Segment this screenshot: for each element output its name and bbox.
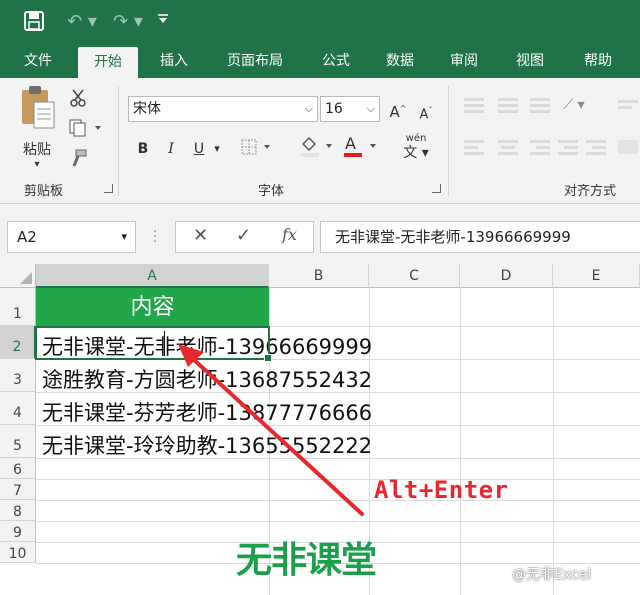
formula-buttons: ✕ ✓ fx <box>175 221 314 253</box>
font-name-select[interactable]: 宋体 ⌵ <box>128 96 318 122</box>
row-header-5[interactable]: 5 <box>0 425 36 458</box>
row-header-2[interactable]: 2 <box>0 326 36 359</box>
paste-icon <box>22 86 55 129</box>
paste-label: 粘贴 <box>23 142 51 158</box>
orientation-icon[interactable]: ⟋ ▾ <box>556 94 592 116</box>
phonetic-button[interactable]: wén 文 ▾ <box>396 132 436 160</box>
brand-logo: 无非课堂 <box>236 540 377 581</box>
row-header-8[interactable]: 8 <box>0 500 36 521</box>
tab-data[interactable]: 数据 <box>372 44 428 78</box>
paste-dropdown-icon[interactable]: ▾ <box>14 159 60 171</box>
cell-a1[interactable]: 内容 <box>36 288 269 326</box>
font-size-value: 16 <box>325 101 343 117</box>
column-header-a[interactable]: A <box>36 264 269 288</box>
svg-text:A: A <box>345 134 356 153</box>
customize-icon[interactable] <box>152 10 174 34</box>
name-box[interactable]: A2 ▾ <box>7 221 136 253</box>
active-cell-border <box>35 326 272 362</box>
font-size-select[interactable]: 16 ⌵ <box>320 96 380 122</box>
chevron-down-icon: ⌵ <box>304 102 313 115</box>
column-header-c[interactable]: C <box>369 264 460 288</box>
copy-icon[interactable] <box>66 118 106 145</box>
row-header-7[interactable]: 7 <box>0 479 36 500</box>
resize-handle-icon[interactable]: · · · <box>153 226 157 249</box>
watermark: @无非Excel <box>512 567 592 583</box>
gridline <box>36 479 640 480</box>
separator <box>448 86 449 196</box>
row-header-6[interactable]: 6 <box>0 458 36 479</box>
font-name-value: 宋体 <box>133 101 161 117</box>
undo-icon[interactable]: ↶ ▾ <box>62 10 102 34</box>
tab-page-layout[interactable]: 页面布局 <box>212 44 298 78</box>
gridline <box>36 500 640 501</box>
row-header-9[interactable]: 9 <box>0 521 36 542</box>
insert-function-icon[interactable]: fx <box>282 225 297 244</box>
column-header-d[interactable]: D <box>460 264 553 288</box>
font-group-label: 字体 <box>258 184 285 199</box>
row-header-10[interactable]: 10 <box>0 542 36 563</box>
font-color-icon: A <box>344 134 376 157</box>
increase-font-icon[interactable]: A^ <box>388 98 408 123</box>
clipboard-group-label: 剪贴板 <box>24 184 64 199</box>
font-launcher-icon[interactable] <box>432 184 441 193</box>
alignment-group-label: 对齐方式 <box>564 184 617 199</box>
decrease-font-icon[interactable]: Aˇ <box>416 100 436 126</box>
borders-button[interactable] <box>240 138 276 163</box>
title-bar: ↶ ▾ ↷ ▾ <box>0 0 640 44</box>
gridline <box>460 288 461 595</box>
cell-a5[interactable]: 无非课堂-玲玲助教-13655552222 <box>42 430 372 460</box>
name-box-value: A2 <box>17 228 37 246</box>
italic-button[interactable]: I <box>162 138 180 160</box>
underline-button[interactable]: U <box>190 138 208 160</box>
chevron-down-icon: ⌵ <box>366 102 375 115</box>
phonetic-icon: 文 ▾ <box>403 145 429 161</box>
row-header-3[interactable]: 3 <box>0 359 36 392</box>
tab-home[interactable]: 开始 <box>78 47 138 78</box>
chevron-down-icon: ▾ <box>121 230 127 243</box>
gridline <box>36 521 640 522</box>
save-icon[interactable] <box>22 10 46 34</box>
tab-formulas[interactable]: 公式 <box>308 44 364 78</box>
tab-file[interactable]: 文件 <box>10 44 66 78</box>
gridline <box>553 288 554 595</box>
borders-icon <box>241 139 270 155</box>
cut-icon[interactable] <box>66 88 90 115</box>
underline-dropdown-icon[interactable]: ▾ <box>210 138 224 160</box>
redo-icon[interactable]: ↷ ▾ <box>108 10 148 34</box>
fill-color-icon <box>301 136 332 157</box>
paste-button[interactable]: 粘贴 ▾ <box>14 84 60 174</box>
formula-input[interactable]: 无非课堂-无非老师-13966669999 <box>320 221 640 253</box>
shortcut-annotation: Alt+Enter <box>374 476 509 504</box>
ribbon-tabs: 文件 开始 插入 页面布局 公式 数据 审阅 视图 帮助 <box>0 44 640 78</box>
formula-bar: A2 ▾ · · · ✕ ✓ fx 无非课堂-无非老师-13966669999 <box>0 204 640 264</box>
clipboard-launcher-icon[interactable] <box>104 184 113 193</box>
fill-color-button[interactable] <box>298 134 338 165</box>
column-header-e[interactable]: E <box>553 264 640 288</box>
row-header-4[interactable]: 4 <box>0 392 36 425</box>
format-painter-icon[interactable] <box>66 148 90 175</box>
phonetic-label: wén <box>405 133 427 144</box>
enter-icon[interactable]: ✓ <box>236 225 251 246</box>
row-header-1[interactable]: 1 <box>0 288 36 326</box>
tab-help[interactable]: 帮助 <box>570 44 626 78</box>
text-cursor <box>164 331 165 356</box>
column-header-b[interactable]: B <box>269 264 369 288</box>
cancel-icon[interactable]: ✕ <box>193 225 208 246</box>
font-color-button[interactable]: A <box>342 134 382 165</box>
cell-a3[interactable]: 途胜教育-方圆老师-13687552432 <box>42 364 372 394</box>
ribbon: 粘贴 ▾ 剪贴板 宋体 ⌵ 16 ⌵ A^ Aˇ B I U ▾ A wén 文… <box>0 78 640 204</box>
cell-a4[interactable]: 无非课堂-芬芳老师-13877776666 <box>42 397 372 427</box>
select-all-button[interactable] <box>0 264 36 288</box>
separator <box>118 86 119 196</box>
tab-insert[interactable]: 插入 <box>146 44 202 78</box>
tab-review[interactable]: 审阅 <box>436 44 492 78</box>
bold-button[interactable]: B <box>134 138 152 160</box>
tab-view[interactable]: 视图 <box>502 44 558 78</box>
